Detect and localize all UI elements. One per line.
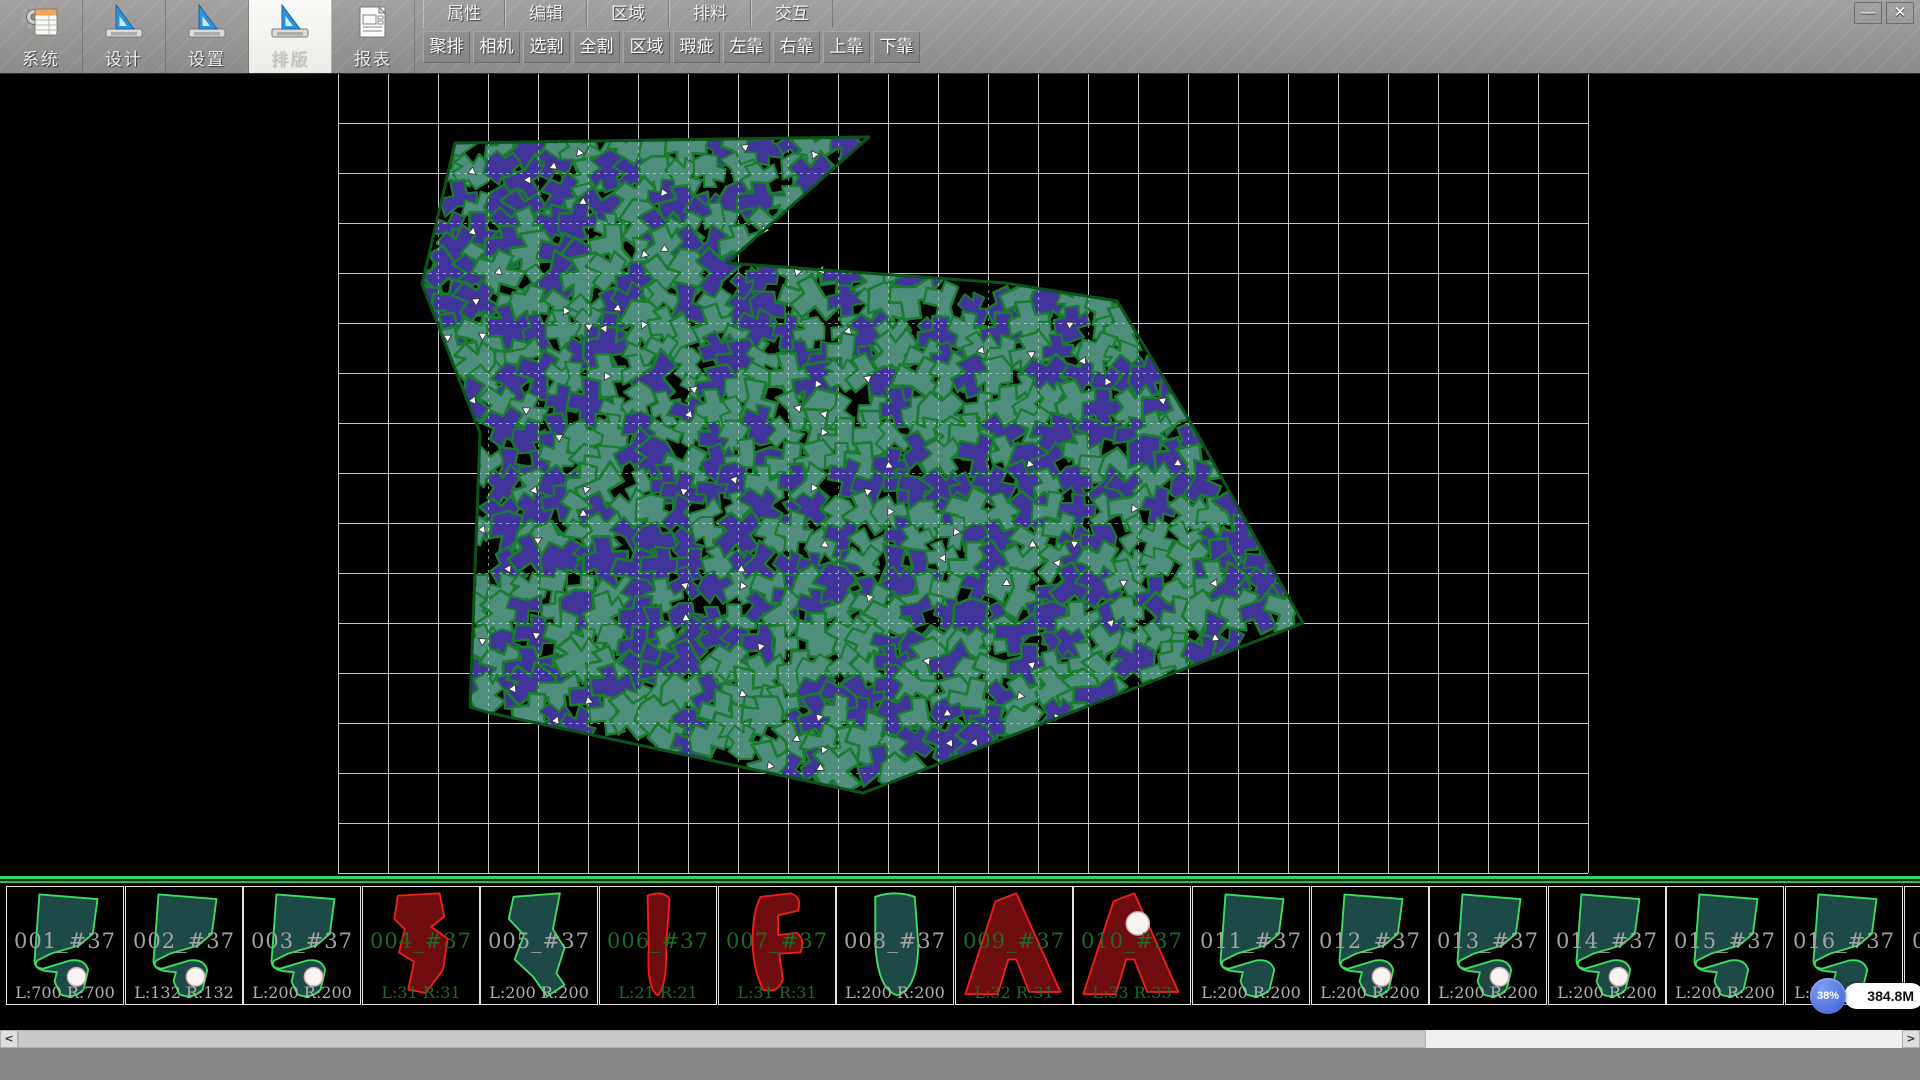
menu-tab-2[interactable]: 编辑 bbox=[505, 0, 587, 28]
piece-shape bbox=[719, 887, 835, 1004]
mode-strip: 系统 设计 设置 排版 报表 bbox=[0, 0, 415, 73]
panel-separator-line bbox=[0, 876, 1920, 883]
mode-label: 报表 bbox=[354, 45, 392, 70]
horizontal-scrollbar[interactable]: < > bbox=[0, 1030, 1920, 1048]
piece-shape bbox=[600, 887, 716, 1004]
piece-shape bbox=[837, 887, 953, 1004]
piece-thumbnail-004_#37[interactable]: 004_#37L:31 R:31 bbox=[362, 886, 480, 1005]
memory-percent-badge[interactable]: 38% bbox=[1810, 978, 1846, 1014]
memory-usage-badge: 384.8M bbox=[1844, 983, 1920, 1009]
scroll-left-button[interactable]: < bbox=[0, 1030, 18, 1048]
action-button-5[interactable]: 区域 bbox=[623, 31, 670, 63]
piece-shape bbox=[1430, 887, 1546, 1004]
piece-thumbnail-011_#37[interactable]: 011_#37L:200 R:200 bbox=[1192, 886, 1310, 1005]
menu-tab-1[interactable]: 属性 bbox=[423, 0, 505, 28]
mode-button-1[interactable]: 系统 bbox=[0, 0, 83, 73]
piece-thumbnail-009_#37[interactable]: 009_#37L:32 R:31 bbox=[955, 886, 1073, 1005]
toolbar: 系统设计设置排版报表 属性编辑区域排料交互 聚排相机选割全割区域瑕疵左靠右靠上靠… bbox=[0, 0, 1920, 74]
menu-tab-5[interactable]: 交互 bbox=[751, 0, 833, 28]
report-doc-icon bbox=[351, 2, 395, 42]
piece-thumbnail-006_#37[interactable]: 006_#37L:21 R:21 bbox=[599, 886, 717, 1005]
nesting-ruler-icon bbox=[268, 2, 312, 42]
system-gear-icon bbox=[19, 2, 63, 42]
action-button-2[interactable]: 相机 bbox=[473, 31, 520, 63]
design-ruler-icon bbox=[102, 2, 146, 42]
piece-shape bbox=[1667, 887, 1783, 1004]
piece-shape bbox=[1549, 887, 1665, 1004]
window-controls: — ✕ bbox=[1854, 2, 1914, 24]
piece-thumbnail-001_#37[interactable]: 001_#37L:700 R:700 bbox=[6, 886, 124, 1005]
piece-shape bbox=[1074, 887, 1190, 1004]
menu-block: 属性编辑区域排料交互 聚排相机选割全割区域瑕疵左靠右靠上靠下靠 bbox=[423, 0, 923, 63]
status-bar bbox=[0, 1048, 1920, 1080]
piece-thumbnail-007_#37[interactable]: 007_#37L:31 R:31 bbox=[718, 886, 836, 1005]
piece-thumbnail-008_#37[interactable]: 008_#37L:200 R:200 bbox=[836, 886, 954, 1005]
piece-shape bbox=[1193, 887, 1309, 1004]
mode-button-3[interactable]: 设置 bbox=[166, 0, 249, 73]
piece-shape bbox=[1312, 887, 1428, 1004]
piece-thumbnail-003_#37[interactable]: 003_#37L:200 R:200 bbox=[243, 886, 361, 1005]
piece-shape bbox=[956, 887, 1072, 1004]
piece-thumbnail-010_#37[interactable]: 010_#37L:33 R:33 bbox=[1073, 886, 1191, 1005]
piece-thumbnail-002_#37[interactable]: 002_#37L:132 R:132 bbox=[125, 886, 243, 1005]
minimize-button[interactable]: — bbox=[1854, 2, 1882, 24]
mode-label: 设计 bbox=[105, 45, 143, 70]
piece-shape bbox=[126, 887, 242, 1004]
mode-label: 设置 bbox=[188, 45, 226, 70]
piece-shape bbox=[481, 887, 597, 1004]
menu-row: 属性编辑区域排料交互 bbox=[423, 0, 923, 28]
action-button-4[interactable]: 全割 bbox=[573, 31, 620, 63]
piece-thumbnail-012_#37[interactable]: 012_#37L:200 R:200 bbox=[1311, 886, 1429, 1005]
nesting-canvas[interactable] bbox=[0, 73, 1920, 876]
mode-button-5[interactable]: 报表 bbox=[332, 0, 415, 73]
action-button-7[interactable]: 左靠 bbox=[723, 31, 770, 63]
piece-thumbnail-005_#37[interactable]: 005_#37L:200 R:200 bbox=[480, 886, 598, 1005]
action-button-10[interactable]: 下靠 bbox=[873, 31, 920, 63]
scroll-right-button[interactable]: > bbox=[1902, 1030, 1920, 1048]
piece-shape bbox=[7, 887, 123, 1004]
action-button-3[interactable]: 选割 bbox=[523, 31, 570, 63]
close-button[interactable]: ✕ bbox=[1886, 2, 1914, 24]
scrollbar-thumb[interactable] bbox=[18, 1030, 1426, 1048]
mode-button-4[interactable]: 排版 bbox=[249, 0, 332, 73]
piece-shape bbox=[363, 887, 479, 1004]
action-button-8[interactable]: 右靠 bbox=[773, 31, 820, 63]
menu-tab-3[interactable]: 区域 bbox=[587, 0, 669, 28]
action-button-6[interactable]: 瑕疵 bbox=[673, 31, 720, 63]
piece-thumbnail-013_#37[interactable]: 013_#37L:200 R:200 bbox=[1429, 886, 1547, 1005]
piece-thumbnail-015_#37[interactable]: 015_#37L:200 R:200 bbox=[1666, 886, 1784, 1005]
piece-thumbnail-014_#37[interactable]: 014_#37L:200 R:200 bbox=[1548, 886, 1666, 1005]
action-button-1[interactable]: 聚排 bbox=[423, 31, 470, 63]
pieces-panel: 001_#37L:700 R:700002_#37L:132 R:132003_… bbox=[0, 876, 1920, 1030]
action-row: 聚排相机选割全割区域瑕疵左靠右靠上靠下靠 bbox=[423, 31, 923, 63]
piece-shape bbox=[244, 887, 360, 1004]
mode-button-2[interactable]: 设计 bbox=[83, 0, 166, 73]
action-button-9[interactable]: 上靠 bbox=[823, 31, 870, 63]
menu-tab-4[interactable]: 排料 bbox=[669, 0, 751, 28]
mode-label: 排版 bbox=[271, 45, 309, 70]
application-window: 系统设计设置排版报表 属性编辑区域排料交互 聚排相机选割全割区域瑕疵左靠右靠上靠… bbox=[0, 0, 1920, 1080]
canvas-svg bbox=[0, 73, 1920, 876]
settings-ruler-icon bbox=[185, 2, 229, 42]
mode-label: 系统 bbox=[22, 45, 60, 70]
